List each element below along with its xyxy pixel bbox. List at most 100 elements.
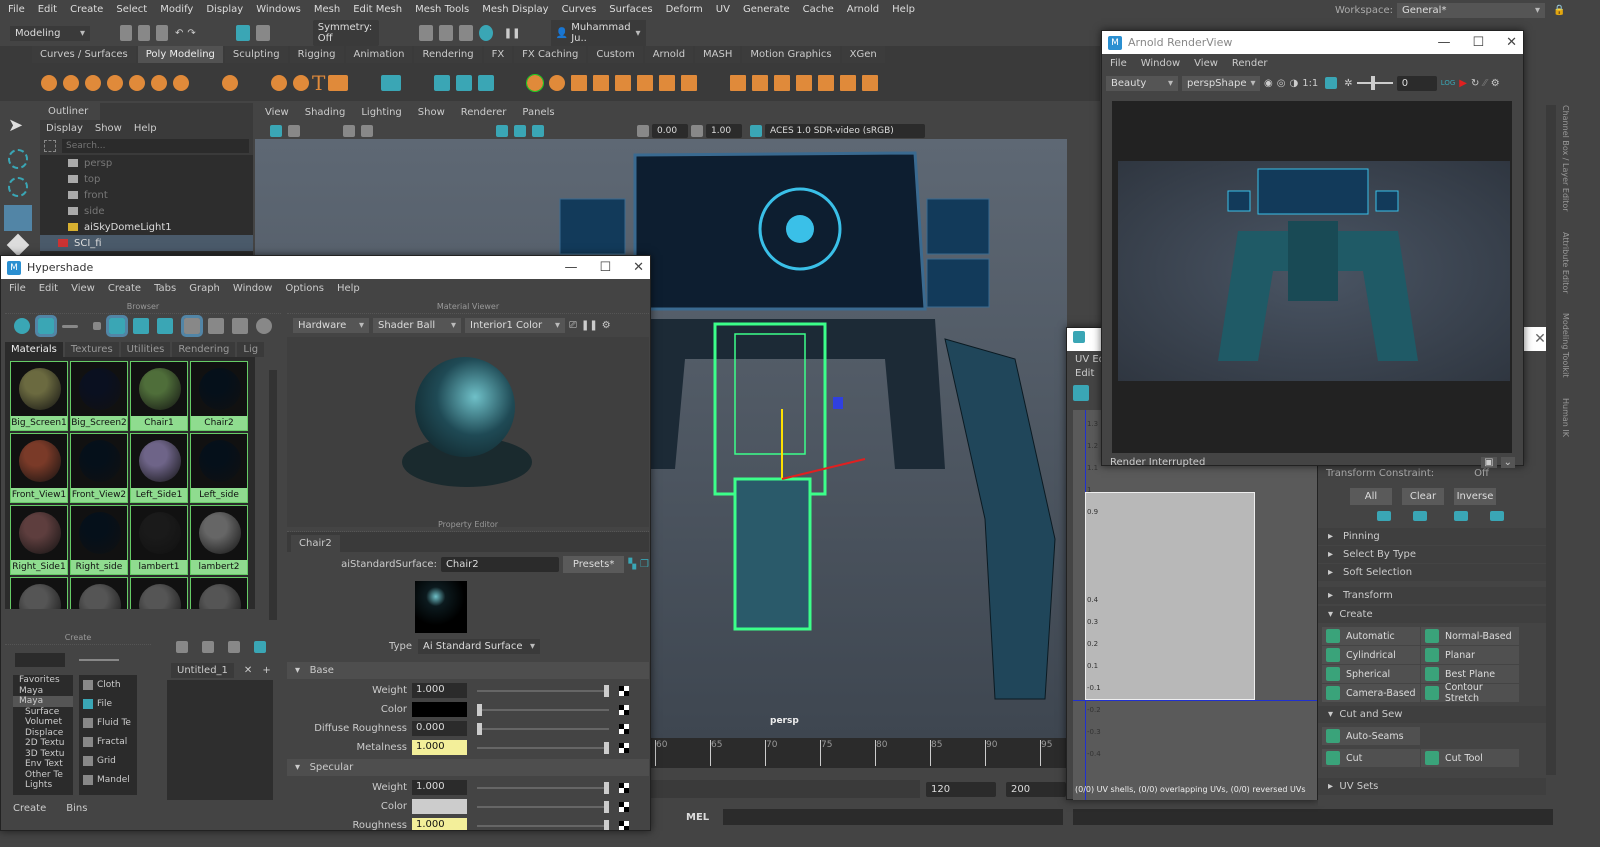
uv-editor-icon[interactable]	[381, 75, 402, 91]
exposure-slider[interactable]	[1356, 76, 1393, 90]
renderview-menu-view[interactable]: View	[1194, 58, 1218, 69]
create-section-header[interactable]: Create	[1339, 609, 1372, 620]
platonic-solid-icon[interactable]	[222, 75, 238, 91]
poly-cone-icon[interactable]	[107, 75, 123, 91]
append-icon[interactable]	[659, 75, 676, 91]
large-swatch-icon[interactable]	[133, 318, 149, 334]
color-management-icon[interactable]	[750, 125, 762, 137]
menu-mesh[interactable]: Mesh	[314, 4, 340, 15]
side-tab-modeling-toolkit[interactable]: Modeling Toolkit	[1561, 313, 1570, 377]
range-max-field[interactable]: 200	[1006, 781, 1066, 797]
shelf-tab-fx-caching[interactable]: FX Caching	[514, 46, 587, 63]
extrude-icon[interactable]	[615, 75, 632, 91]
poly-disc-icon[interactable]	[173, 75, 189, 91]
browser-tab-lig[interactable]: Lig	[237, 342, 265, 357]
browser-tab-rendering[interactable]: Rendering	[172, 342, 236, 357]
hypershade-menu-window[interactable]: Window	[233, 283, 272, 294]
select-by-component-icon[interactable]	[255, 25, 270, 41]
shelf-tab-rendering[interactable]: Rendering	[414, 46, 482, 63]
create-tree-item[interactable]: Maya	[13, 686, 73, 697]
browser-scrollbar[interactable]	[269, 370, 277, 620]
pause-icon[interactable]: ❚❚	[504, 28, 521, 39]
shelf-tab-motion-graphics[interactable]: Motion Graphics	[742, 46, 840, 63]
expand-icon[interactable]: ⌄	[1500, 457, 1515, 468]
graph-output-icon[interactable]	[228, 641, 240, 653]
uv-toolkit-icon[interactable]	[1073, 385, 1089, 401]
node-graph-canvas[interactable]	[167, 680, 273, 800]
alpha-icon[interactable]: ◑	[1289, 78, 1298, 89]
specular-frame-header[interactable]: ▾ Specular	[287, 759, 649, 776]
user-account-dropdown[interactable]: 👤 Muhammad Ju..	[550, 20, 646, 46]
mtk-section-select-by-type[interactable]: ▸ Select By Type	[1318, 546, 1546, 563]
refresh-render-icon[interactable]: ↻	[1471, 78, 1479, 89]
create-node-item[interactable]: Cloth	[79, 675, 137, 694]
grid-icon[interactable]	[361, 125, 373, 137]
browser-tab-utilities[interactable]: Utilities	[120, 342, 171, 357]
outliner-tab[interactable]: Outliner	[40, 103, 100, 120]
map-button-icon[interactable]	[619, 782, 629, 793]
slider-handle[interactable]	[603, 741, 609, 754]
sort-name-icon[interactable]	[181, 315, 203, 337]
render-view-icon[interactable]	[478, 25, 493, 41]
side-tab-attribute-editor[interactable]: Attribute Editor	[1561, 232, 1570, 294]
show-output-icon[interactable]: ❐	[640, 559, 649, 570]
uv-shells[interactable]	[1085, 492, 1255, 700]
map-button-icon[interactable]	[619, 704, 629, 715]
close-button[interactable]: ✕	[1506, 35, 1517, 50]
create-tree-item[interactable]: Maya	[13, 696, 73, 707]
small-swatch-icon[interactable]	[93, 322, 101, 330]
select-shell-icon[interactable]	[1377, 511, 1391, 521]
swatch-view-icon[interactable]	[35, 315, 57, 337]
create-tree-item[interactable]: 2D Textu	[13, 738, 73, 749]
outliner-item[interactable]: persp	[40, 155, 253, 171]
menu-arnold[interactable]: Arnold	[847, 4, 879, 15]
auto-seams-button[interactable]: Auto-Seams	[1322, 727, 1420, 745]
create-node-item[interactable]: Fluid Te	[79, 713, 137, 732]
combine-icon[interactable]	[526, 74, 545, 92]
camera-dropdown[interactable]: perspShape	[1182, 75, 1260, 91]
shelf-tab-sculpting[interactable]: Sculpting	[224, 46, 288, 63]
quad-draw-icon[interactable]	[818, 75, 835, 91]
aov-dropdown[interactable]: Beauty	[1106, 75, 1178, 91]
create-node-item[interactable]: Fractal	[79, 732, 137, 751]
map-button-icon[interactable]	[619, 820, 629, 830]
toolkit-scrollbar[interactable]	[1546, 105, 1556, 775]
poly-sphere-icon[interactable]	[41, 75, 57, 91]
menu-windows[interactable]: Windows	[256, 4, 301, 15]
hypershade-menu-view[interactable]: View	[71, 283, 95, 294]
slider-handle[interactable]	[603, 781, 609, 794]
outliner-menu-display[interactable]: Display	[46, 123, 83, 134]
material-swatch[interactable]: Big_Screen1	[10, 361, 68, 431]
wireframe-icon[interactable]	[496, 125, 508, 137]
workspace-dropdown[interactable]: General*	[1397, 3, 1546, 18]
extract-icon[interactable]	[571, 75, 588, 91]
renderer-dropdown[interactable]: Hardware	[293, 318, 369, 333]
bridge-icon[interactable]	[593, 75, 610, 91]
xlarge-swatch-icon[interactable]	[157, 318, 173, 334]
gamma-icon[interactable]	[691, 125, 703, 137]
create-tree-item[interactable]: 3D Textu	[13, 749, 73, 760]
menu-generate[interactable]: Generate	[743, 4, 790, 15]
add-tab-button[interactable]: +	[262, 665, 270, 676]
smooth-icon[interactable]	[862, 75, 879, 91]
cutsew-expand-icon[interactable]: ▾	[1328, 709, 1339, 720]
uv-create-camera-based-button[interactable]: Camera-Based	[1322, 684, 1420, 702]
symmetry-dropdown[interactable]: Symmetry: Off	[312, 20, 379, 46]
slider-handle[interactable]	[603, 800, 609, 813]
attr-slider[interactable]	[477, 741, 609, 754]
attr-value[interactable]: 1.000	[412, 740, 467, 755]
open-scene-icon[interactable]	[138, 25, 150, 41]
shelf-tab-xgen[interactable]: XGen	[841, 46, 885, 63]
map-button-icon[interactable]	[619, 742, 629, 753]
delete-history-icon[interactable]	[456, 75, 473, 91]
pause-icon[interactable]: ❚❚	[581, 320, 598, 331]
medium-swatch-icon[interactable]	[106, 315, 128, 337]
target-weld-icon[interactable]	[752, 75, 769, 91]
menu-file[interactable]: File	[8, 4, 25, 15]
attr-value[interactable]	[412, 702, 467, 717]
menu-modify[interactable]: Modify	[160, 4, 193, 15]
hypershade-menu-create[interactable]: Create	[108, 283, 141, 294]
mtk-clear-button[interactable]: Clear	[1402, 488, 1444, 505]
create-node-item[interactable]: Mandel	[79, 770, 137, 789]
slider-handle[interactable]	[477, 722, 482, 735]
